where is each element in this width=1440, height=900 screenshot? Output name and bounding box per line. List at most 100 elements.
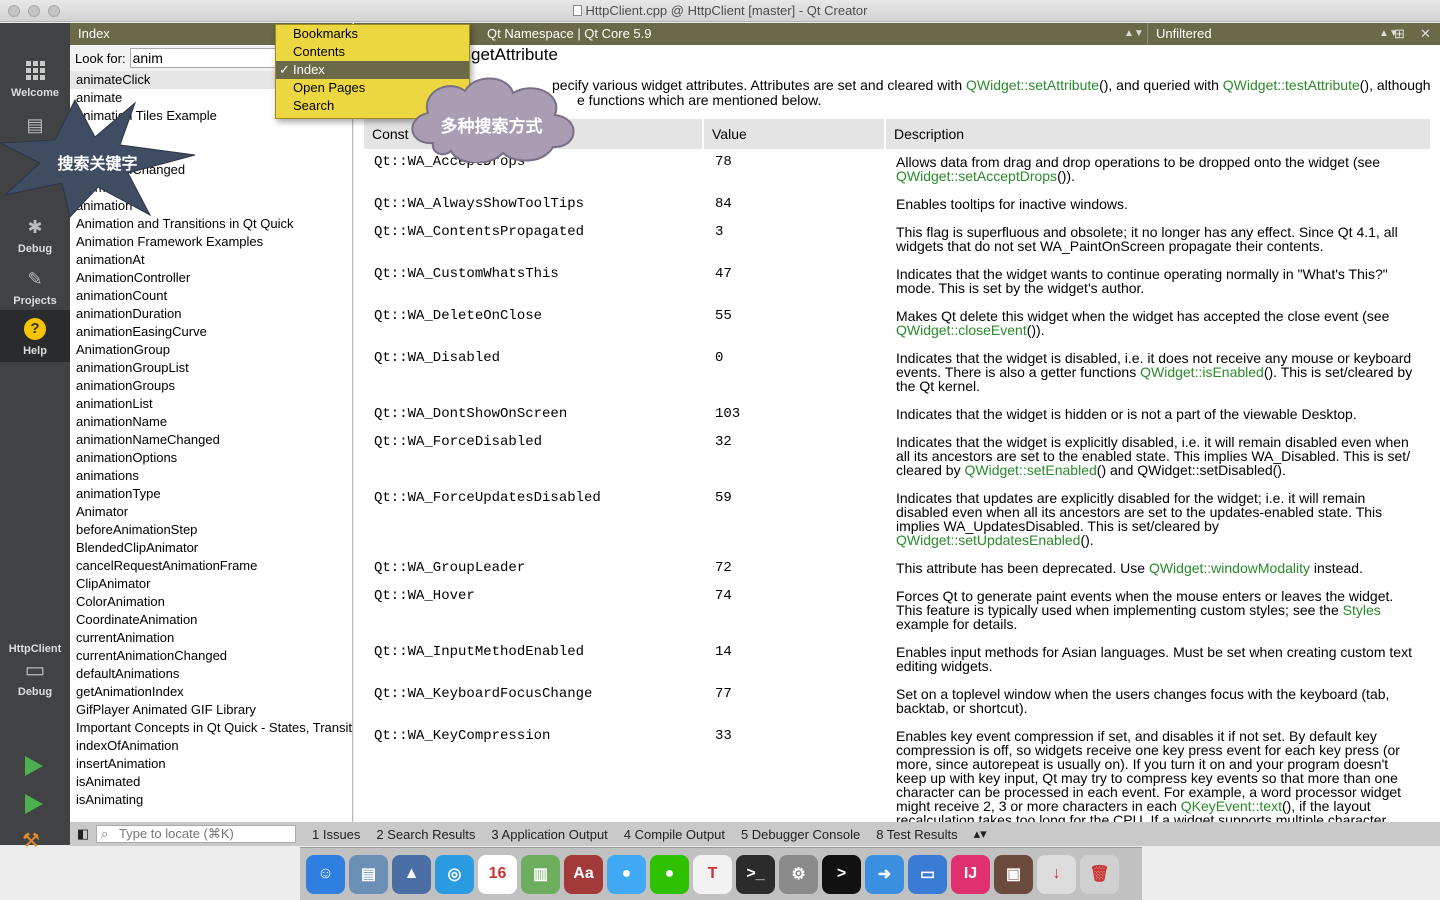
index-list-item[interactable]: animations [70,467,352,485]
dock-calendar-icon[interactable]: 16 [478,854,517,894]
attribute-name: Qt::WA_Hover [374,588,475,604]
description-text: Enables input methods for Asian language… [896,644,1412,674]
sidebar-toggle-icon[interactable]: ◧ [70,826,96,842]
mode-help[interactable]: ? Help [0,310,70,362]
index-list-item[interactable]: GifPlayer Animated GIF Library [70,701,352,719]
index-list-item[interactable]: animationType [70,485,352,503]
description-link[interactable]: QWidget::windowModality [1149,560,1310,576]
dropdown-item[interactable]: Bookmarks [276,25,469,43]
index-list-item[interactable]: ColorAnimation [70,593,352,611]
intro-part: (), although [1359,77,1431,93]
dock-nav-icon[interactable]: ➜ [865,854,904,894]
run-button[interactable] [25,756,43,776]
dock-preview-icon[interactable]: ▤ [349,854,388,894]
index-list-item[interactable]: animationCount [70,287,352,305]
index-list-item[interactable]: indexOfAnimation [70,737,352,755]
attribute-description: Enables key event compression if set, an… [886,729,1430,822]
zoom-window-button[interactable] [48,5,60,17]
locator-input[interactable]: ⌕ Type to locate (⌘K) [96,825,296,843]
mode-projects[interactable]: ✎ Projects [0,260,70,312]
output-tab[interactable]: 1 Issues [304,827,368,842]
output-tab[interactable]: 3 Application Output [483,827,615,842]
index-list-item[interactable]: currentAnimation [70,629,352,647]
intro-link[interactable]: QWidget::setAttribute [966,77,1099,93]
description-link[interactable]: QWidget::closeEvent [896,322,1027,338]
index-list-item[interactable]: animationEasingCurve [70,323,352,341]
dock-finder-icon[interactable]: ☺ [306,854,345,894]
attribute-value: 47 [715,266,732,282]
description-link[interactable]: QWidget::setAcceptDrops [896,168,1057,184]
description-link[interactable]: QWidget::setEnabled [964,462,1096,478]
index-list-item[interactable]: isAnimated [70,773,352,791]
attribute-value: 78 [715,154,732,170]
dock-trash-icon[interactable]: 🗑 [1080,854,1119,894]
close-icon[interactable]: ✕ [1420,23,1431,45]
index-list-item[interactable]: beforeAnimationStep [70,521,352,539]
dock-downloads-icon[interactable]: ↓ [1037,854,1076,894]
output-tab[interactable]: 5 Debugger Console [733,827,868,842]
filter-selector[interactable]: Unfiltered [1147,23,1387,45]
star-annotation: 搜索关键字 [57,156,138,173]
dock-terminal-icon[interactable]: > [822,854,861,894]
index-list-item[interactable]: animationOptions [70,449,352,467]
split-icon[interactable]: ⊞ [1394,23,1405,45]
index-list-item[interactable]: animationGroups [70,377,352,395]
index-list-item[interactable]: animationDuration [70,305,352,323]
dock-dictionary-icon[interactable]: Aa [564,854,603,894]
table-row: Qt::WA_Hover 74 Forces Qt to generate pain… [364,589,1430,645]
index-list-item[interactable]: AnimationController [70,269,352,287]
index-list-item[interactable]: cancelRequestAnimationFrame [70,557,352,575]
index-list-item[interactable]: animationList [70,395,352,413]
index-list-item[interactable]: getAnimationIndex [70,683,352,701]
description-link[interactable]: Styles [1343,602,1381,618]
index-list-item[interactable]: BlendedClipAnimator [70,539,352,557]
grid-icon [25,61,45,80]
dock-keynote-icon[interactable]: ▭ [908,854,947,894]
hammer-icon[interactable]: ⚒ [22,831,46,851]
output-pane-bar: ◧ ⌕ Type to locate (⌘K) 1 Issues 2 Search… [70,822,1440,846]
dock-wechat-icon[interactable]: ● [650,854,689,894]
intro-link[interactable]: QWidget::testAttribute [1223,77,1360,93]
index-list-item[interactable]: CoordinateAnimation [70,611,352,629]
attribute-description: Indicates that the widget is disabled, i… [886,351,1430,407]
description-link[interactable]: QWidget::isEnabled [1140,364,1264,380]
index-list-item[interactable]: currentAnimationChanged [70,647,352,665]
index-list-item[interactable]: animationNameChanged [70,431,352,449]
dock-maps-icon[interactable]: ▥ [521,854,560,894]
dock-intellij-icon[interactable]: IJ [951,854,990,894]
document-selector[interactable]: Qt Namespace | Qt Core 5.9 [487,23,652,45]
debug-run-button[interactable] [25,794,43,814]
close-window-button[interactable] [8,5,20,17]
dock-safari-icon[interactable]: ◎ [435,854,474,894]
attribute-value: 3 [715,224,724,240]
output-tab[interactable]: 8 Test Results [868,827,965,842]
index-list-item[interactable]: animationName [70,413,352,431]
dropdown-item[interactable]: Contents [276,43,469,61]
dropdown-item-label: Open Pages [293,80,366,95]
index-list-item[interactable]: insertAnimation [70,755,352,773]
dock-utility-icon[interactable]: ⚙ [779,854,818,894]
description-link[interactable]: QWidget::setUpdatesEnabled [896,532,1080,548]
minimize-window-button[interactable] [28,5,40,17]
index-list-item[interactable]: animationGroupList [70,359,352,377]
dock-messages-icon[interactable]: ● [607,854,646,894]
dock-launchpad-icon[interactable]: ▲ [392,854,431,894]
index-list-item[interactable]: AnimationGroup [70,341,352,359]
index-list-item[interactable]: Animator [70,503,352,521]
index-list-item[interactable]: animationAt [70,251,352,269]
dock-typora-icon[interactable]: T [693,854,732,894]
target-selector[interactable]: HttpClient ▭ Debug [0,638,70,713]
more-tabs-icon[interactable]: ▴▾ [966,826,995,842]
index-list-item[interactable]: Important Concepts in Qt Quick - States,… [70,719,352,737]
index-list-item[interactable]: Animation Framework Examples [70,233,352,251]
intro-text: pecify various widget attributes. Attrib… [552,78,1432,92]
index-list-item[interactable]: isAnimating [70,791,352,809]
index-list-item[interactable]: defaultAnimations [70,665,352,683]
attribute-value: 72 [715,560,732,576]
attribute-value: 32 [715,434,732,450]
output-tab[interactable]: 2 Search Results [368,827,483,842]
output-tab[interactable]: 4 Compile Output [616,827,733,842]
dock-photo-icon[interactable]: ▣ [994,854,1033,894]
dock-terminal-like-icon[interactable]: >_ [736,854,775,894]
index-list-item[interactable]: ClipAnimator [70,575,352,593]
